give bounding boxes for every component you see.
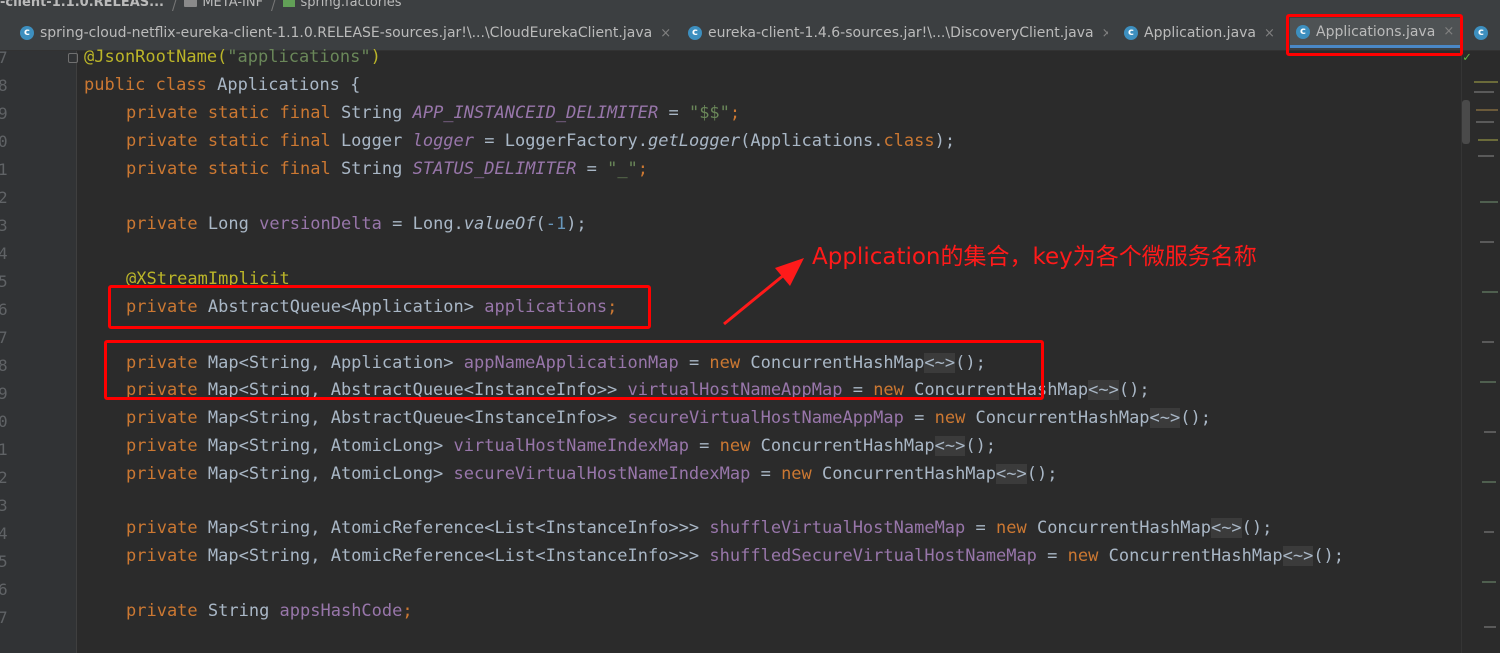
- annotation-note: Application的集合，key为各个微服务名称: [812, 244, 1257, 270]
- annotation-arrow-icon: [723, 258, 804, 326]
